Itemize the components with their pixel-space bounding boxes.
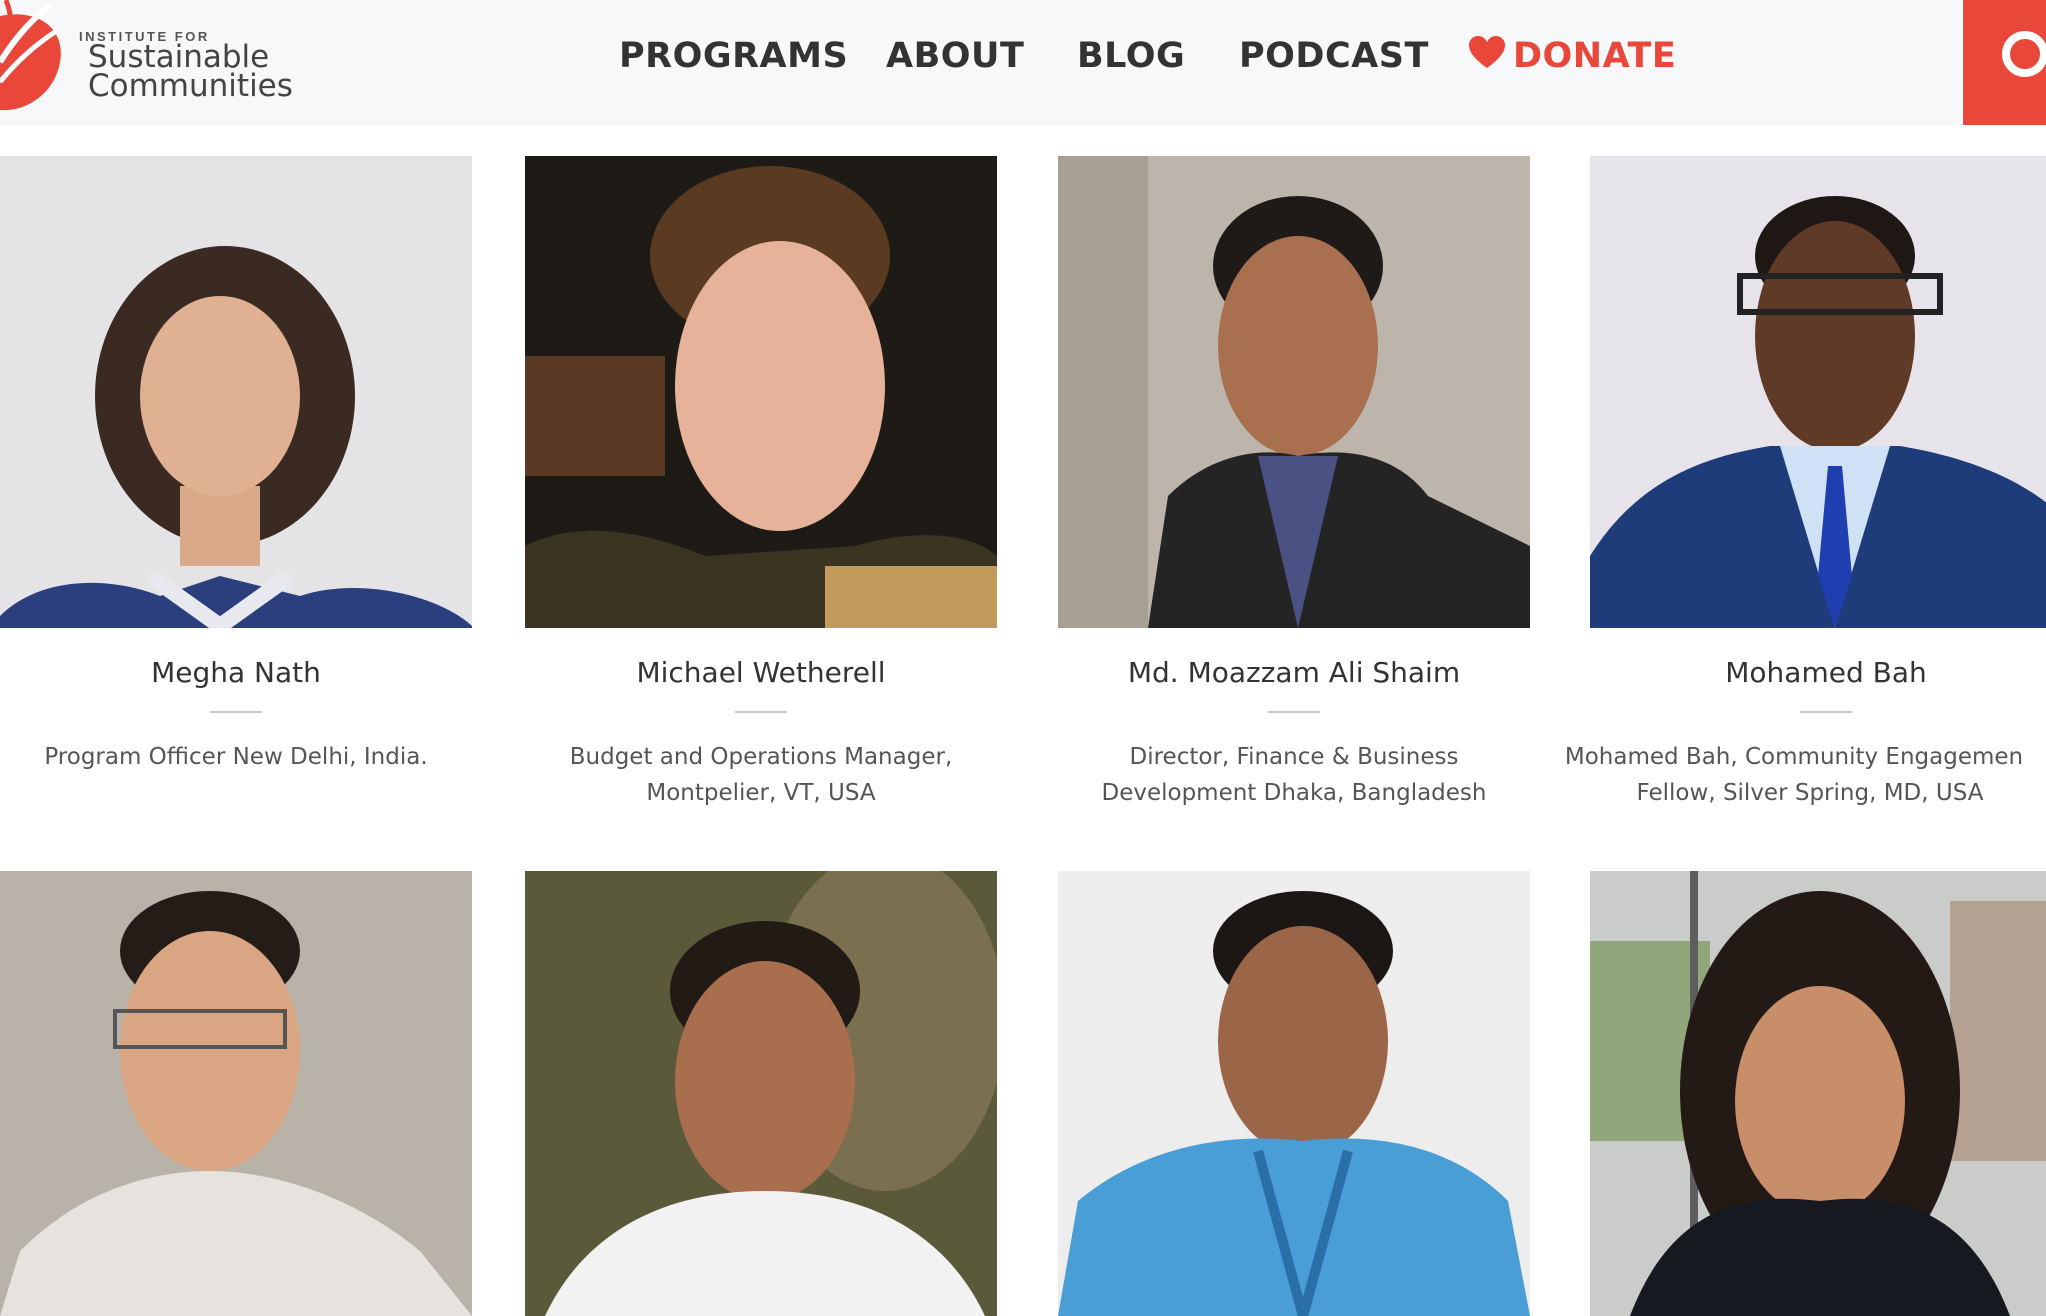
site-header: INSTITUTE FOR Sustainable Communities PR…: [0, 0, 2046, 125]
staff-photo[interactable]: [0, 156, 472, 628]
nav-about[interactable]: ABOUT: [886, 36, 1024, 76]
site-logo[interactable]: INSTITUTE FOR Sustainable Communities: [79, 30, 293, 104]
staff-photo[interactable]: [525, 871, 997, 1316]
nav-podcast[interactable]: PODCAST: [1239, 36, 1429, 76]
divider: [210, 711, 262, 713]
donate-label: DONATE: [1513, 36, 1677, 76]
logo-line-2: Communities: [88, 68, 293, 104]
staff-name: Megha Nath: [151, 656, 321, 689]
nav-programs[interactable]: PROGRAMS: [619, 36, 848, 76]
divider: [735, 711, 787, 713]
staff-name: Mohamed Bah: [1725, 656, 1927, 689]
staff-card[interactable]: [525, 871, 997, 1316]
staff-name: Md. Moazzam Ali Shaim: [1127, 656, 1461, 689]
logo-icon[interactable]: [0, 0, 64, 112]
staff-name: Michael Wetherell: [636, 656, 886, 689]
staff-photo[interactable]: [1058, 156, 1530, 628]
staff-photo[interactable]: [0, 871, 472, 1316]
nav-blog[interactable]: BLOG: [1077, 36, 1185, 76]
heart-icon: [1469, 36, 1505, 70]
staff-role: Mohamed Bah, Community Engagemen Fellow, …: [1564, 744, 2024, 806]
staff-role: Director, Finance & Business Development …: [1101, 744, 1487, 806]
staff-card[interactable]: [1058, 871, 1530, 1316]
staff-role: Budget and Operations Manager, Montpelier…: [569, 744, 953, 806]
staff-card[interactable]: [1590, 871, 2046, 1316]
divider: [1268, 711, 1320, 713]
nav-donate[interactable]: DONATE: [1469, 36, 1676, 76]
staff-photo[interactable]: [1590, 156, 2046, 628]
divider: [1800, 711, 1852, 713]
search-button[interactable]: [1963, 0, 2046, 125]
staff-photo[interactable]: [1590, 871, 2046, 1316]
staff-card[interactable]: [0, 871, 472, 1316]
staff-photo[interactable]: [525, 156, 997, 628]
staff-role: Program Officer New Delhi, India.: [44, 744, 428, 770]
staff-photo[interactable]: [1058, 871, 1530, 1316]
